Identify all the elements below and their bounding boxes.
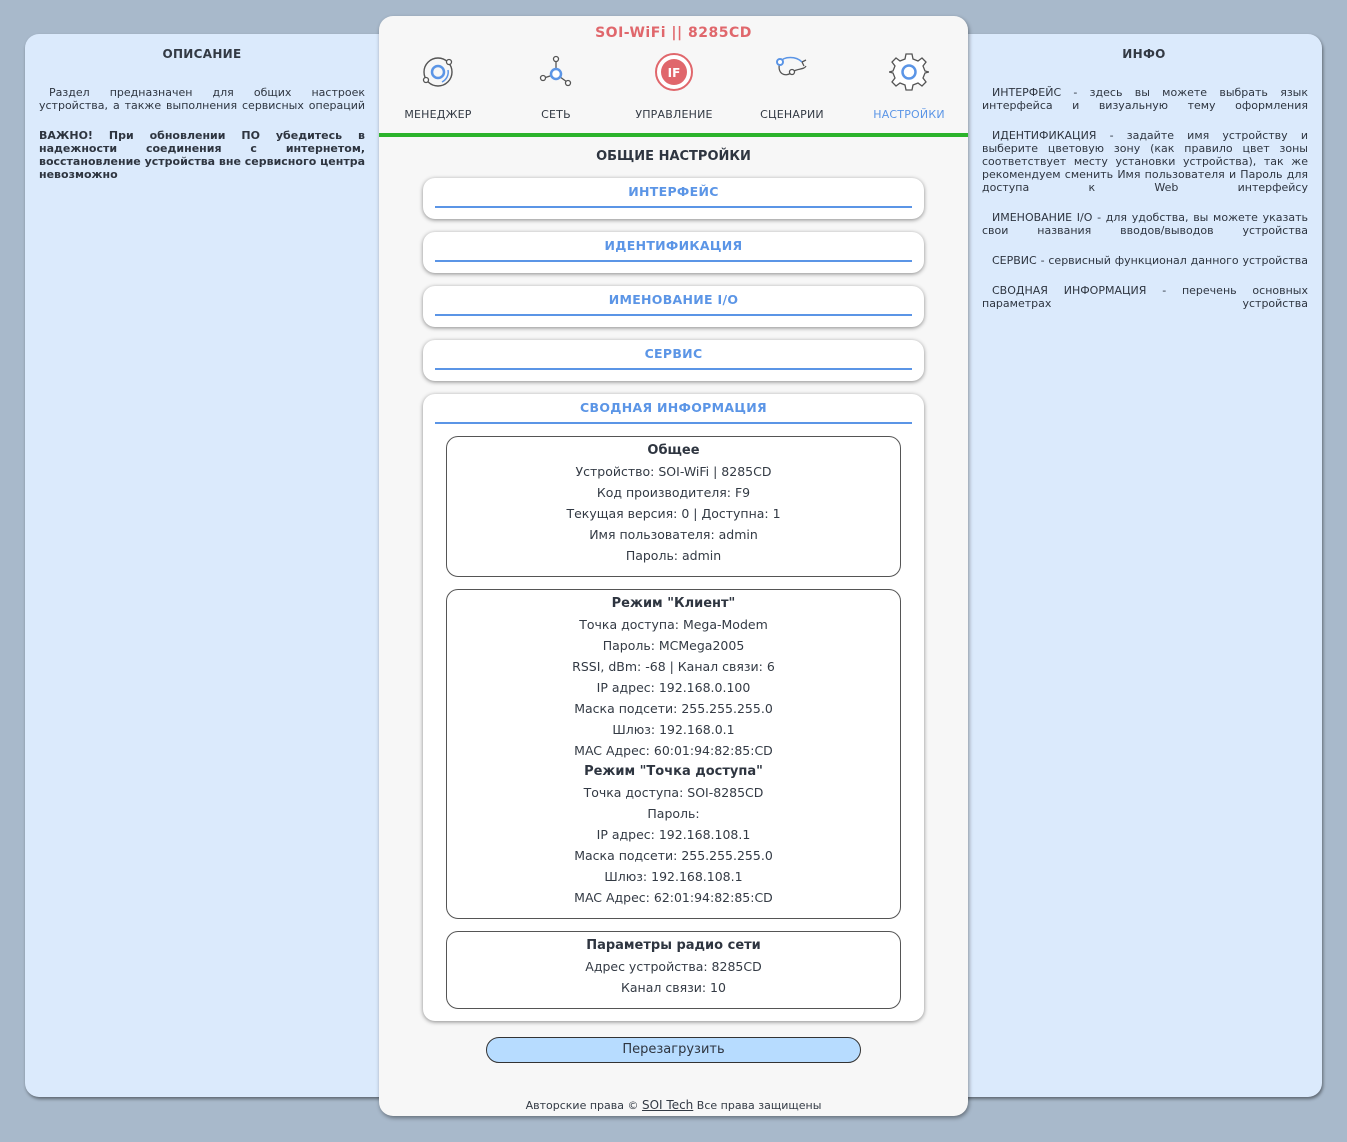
- ap-mask-row: Маска подсети: 255.255.255.0: [574, 848, 773, 863]
- nav-label-control: УПРАВЛЕНИЕ: [635, 108, 713, 121]
- accordion-summary: СВОДНАЯ ИНФОРМАЦИЯ Общее Устройство: SOI…: [423, 394, 924, 1021]
- footer: Авторские права © SOI Tech Все права защ…: [379, 1098, 968, 1112]
- footer-prefix: Авторские права ©: [525, 1099, 639, 1112]
- control-icon-text: IF: [668, 66, 681, 80]
- radio-params-card: Параметры радио сети Адрес устройства: 8…: [446, 931, 901, 1009]
- ap-mac-row: MAC Адрес: 62:01:94:82:85:CD: [574, 890, 773, 905]
- section-title: ОБЩИЕ НАСТРОЙКИ: [596, 149, 751, 164]
- nav-label-manager: МЕНЕДЖЕР: [404, 108, 472, 121]
- accordion-service-label: СЕРВИС: [644, 346, 703, 361]
- ap-password-row: Пароль:: [647, 806, 700, 821]
- general-info-card: Общее Устройство: SOI-WiFi | 8285CD Код …: [446, 436, 901, 577]
- accordion-summary-label[interactable]: СВОДНАЯ ИНФОРМАЦИЯ: [423, 394, 924, 422]
- nav-divider: [379, 133, 968, 137]
- main-panel: SOI-WiFi || 8285CD МЕНЕДЖЕР СЕТЬ IF УПРА…: [379, 16, 968, 1116]
- accordion-io-naming[interactable]: ИМЕНОВАНИЕ I/O: [423, 286, 924, 327]
- info-panel: ИНФО ИНТЕРФЕЙС - здесь вы можете выбрать…: [942, 34, 1322, 1097]
- general-info-title: Общее: [647, 443, 700, 458]
- username-row: Имя пользователя: admin: [589, 527, 758, 542]
- client-ssid-row: Точка доступа: Mega-Modem: [579, 617, 768, 632]
- accordion-underline: [435, 260, 912, 262]
- app-title: SOI-WiFi || 8285CD: [595, 25, 752, 41]
- client-password-row: Пароль: MCMega2005: [602, 638, 745, 653]
- info-service-text: СЕРВИС - сервисный функционал данного ус…: [992, 254, 1308, 267]
- reboot-button[interactable]: Перезагрузить: [486, 1037, 861, 1063]
- nav-item-scenarios[interactable]: СЦЕНАРИИ: [733, 48, 851, 136]
- client-gateway-row: Шлюз: 192.168.0.1: [612, 722, 735, 737]
- info-interface-text: ИНТЕРФЕЙС - здесь вы можете выбрать язык…: [982, 86, 1308, 112]
- main-nav: МЕНЕДЖЕР СЕТЬ IF УПРАВЛЕНИЕ СЦЕНАРИИ НАС…: [379, 48, 968, 136]
- control-icon: IF: [655, 53, 693, 91]
- accordion-identification[interactable]: ИДЕНТИФИКАЦИЯ: [423, 232, 924, 273]
- ap-mode-title: Режим "Точка доступа": [584, 764, 763, 779]
- description-panel: ОПИСАНИЕ Раздел предназначен для общих н…: [25, 34, 405, 1097]
- accordion-interface[interactable]: ИНТЕРФЕЙС: [423, 178, 924, 219]
- wifi-modes-card: Режим "Клиент" Точка доступа: Mega-Modem…: [446, 589, 901, 919]
- gear-icon: [889, 53, 929, 91]
- footer-link[interactable]: SOI Tech: [642, 1098, 693, 1112]
- accordion-service[interactable]: СЕРВИС: [423, 340, 924, 381]
- password-row: Пароль: admin: [625, 548, 722, 563]
- version-row: Текущая версия: 0 | Доступна: 1: [566, 506, 781, 521]
- accordion-identification-label: ИДЕНТИФИКАЦИЯ: [604, 238, 743, 253]
- manufacturer-code-row: Код производителя: F9: [596, 485, 751, 500]
- client-mode-title: Режим "Клиент": [611, 596, 736, 611]
- radio-address-row: Адрес устройства: 8285CD: [585, 959, 762, 974]
- scenarios-icon: [776, 56, 807, 76]
- ap-ssid-row: Точка доступа: SOI-8285CD: [583, 785, 764, 800]
- accordion-underline: [435, 314, 912, 316]
- nav-label-network: СЕТЬ: [541, 108, 571, 121]
- nav-item-manager[interactable]: МЕНЕДЖЕР: [379, 48, 497, 136]
- nav-item-control[interactable]: IF УПРАВЛЕНИЕ: [615, 48, 733, 136]
- radio-channel-row: Канал связи: 10: [621, 980, 726, 995]
- radio-params-title: Параметры радио сети: [586, 938, 761, 953]
- info-identification-text: ИДЕНТИФИКАЦИЯ - задайте имя устройству и…: [982, 129, 1308, 194]
- info-io-naming-text: ИМЕНОВАНИЕ I/O - для удобства, вы можете…: [982, 211, 1308, 237]
- client-mask-row: Маска подсети: 255.255.255.0: [574, 701, 773, 716]
- nav-item-settings[interactable]: НАСТРОЙКИ: [850, 48, 968, 136]
- nav-label-settings: НАСТРОЙКИ: [873, 108, 945, 121]
- description-text: Раздел предназначен для общих настроек у…: [39, 86, 365, 112]
- description-title: ОПИСАНИЕ: [162, 47, 242, 61]
- nav-label-scenarios: СЦЕНАРИИ: [760, 108, 824, 121]
- accordion-underline: [435, 368, 912, 370]
- ap-ip-row: IP адрес: 192.168.108.1: [596, 827, 751, 842]
- accordion-underline: [435, 206, 912, 208]
- accordion-underline: [435, 422, 912, 424]
- network-icon: [539, 55, 572, 87]
- accordion-interface-label: ИНТЕРФЕЙС: [628, 184, 719, 199]
- ap-gateway-row: Шлюз: 192.168.108.1: [604, 869, 743, 884]
- footer-suffix: Все права защищены: [696, 1099, 822, 1112]
- device-row: Устройство: SOI-WiFi | 8285CD: [575, 464, 772, 479]
- client-mac-row: MAC Адрес: 60:01:94:82:85:CD: [574, 743, 773, 758]
- nav-item-network[interactable]: СЕТЬ: [497, 48, 615, 136]
- important-note: ВАЖНО! При обновлении ПО убедитесь в над…: [39, 129, 365, 181]
- manager-icon: [422, 57, 453, 87]
- client-rssi-row: RSSI, dBm: -68 | Канал связи: 6: [572, 659, 775, 674]
- info-summary-text: СВОДНАЯ ИНФОРМАЦИЯ - перечень основных п…: [982, 284, 1308, 310]
- client-ip-row: IP адрес: 192.168.0.100: [596, 680, 751, 695]
- info-title: ИНФО: [1122, 47, 1166, 61]
- accordion-io-naming-label: ИМЕНОВАНИЕ I/O: [608, 292, 739, 307]
